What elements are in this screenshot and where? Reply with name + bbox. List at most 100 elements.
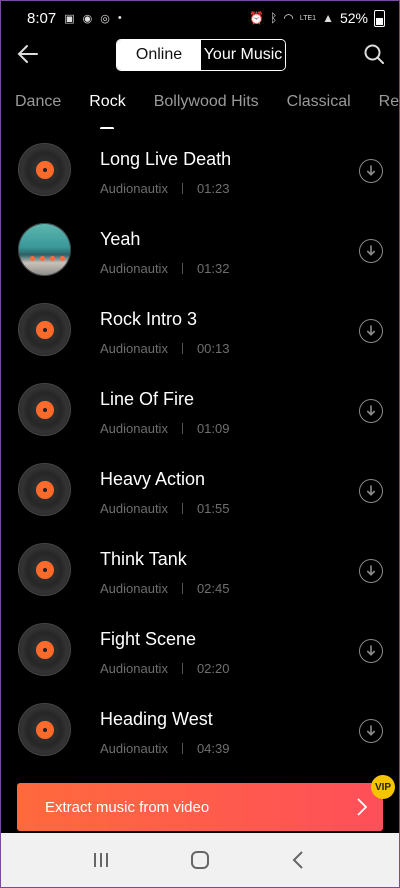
download-icon[interactable] (359, 639, 383, 663)
bluetooth-icon: ᛒ (270, 11, 278, 25)
tab-reggae[interactable]: Regg (379, 93, 399, 129)
track-list: Long Live Death Audionautix 01:23 Yeah Audio… (1, 131, 399, 771)
meta-divider (181, 503, 183, 514)
track-artist: Audionautix (100, 661, 168, 676)
disc-label (35, 160, 54, 179)
download-icon[interactable] (359, 719, 383, 743)
track-title: Think Tank (100, 549, 187, 569)
meta-divider (181, 663, 183, 674)
track-meta: Audionautix 01:09 (100, 421, 230, 436)
track-row[interactable]: Fight Scene Audionautix 02:20 (1, 611, 399, 691)
album-art-image (18, 223, 71, 276)
track-duration: 01:32 (196, 261, 230, 276)
track-row[interactable]: Rock Intro 3 Audionautix 00:13 (1, 291, 399, 371)
track-meta: Audionautix 02:20 (100, 661, 230, 676)
track-row[interactable]: Heavy Action Audionautix 01:55 (1, 451, 399, 531)
track-duration: 01:23 (196, 181, 230, 196)
system-nav-bar (1, 833, 399, 887)
track-title: Heading West (100, 709, 213, 729)
album-art-detail (40, 256, 45, 261)
tab-bollywood-hits[interactable]: Bollywood Hits (154, 93, 259, 129)
tab-rock[interactable]: Rock (89, 93, 126, 129)
vip-badge: VIP (371, 775, 395, 799)
download-icon[interactable] (359, 239, 383, 263)
track-artist: Audionautix (100, 181, 168, 196)
track-meta: Audionautix 01:32 (100, 261, 230, 276)
track-title: Long Live Death (100, 149, 232, 169)
meta-divider (181, 423, 183, 434)
track-artist: Audionautix (100, 501, 168, 516)
recent-apps-icon[interactable] (89, 848, 113, 872)
tab-dance[interactable]: Dance (15, 93, 61, 129)
track-row[interactable]: Heading West Audionautix 04:39 (1, 691, 399, 771)
vinyl-disc-icon (18, 543, 71, 596)
album-art-detail (30, 256, 35, 261)
download-icon[interactable] (359, 559, 383, 583)
track-row[interactable]: Long Live Death Audionautix 01:23 (1, 131, 399, 211)
banner-label: Extract music from video (45, 798, 210, 816)
segment-online[interactable]: Online (117, 40, 201, 70)
alarm-icon: ⏰ (249, 11, 265, 25)
meta-divider (181, 183, 183, 194)
track-title: Fight Scene (100, 629, 197, 649)
notification-dot-icon: • (117, 12, 122, 24)
track-duration: 04:39 (196, 741, 230, 756)
track-artist: Audionautix (100, 581, 168, 596)
signal-icon: ▲ (322, 11, 334, 25)
vinyl-disc-icon (18, 383, 71, 436)
meta-divider (181, 263, 183, 274)
track-meta: Audionautix 00:13 (100, 341, 230, 356)
segment-your-music[interactable]: Your Music (201, 40, 285, 70)
meta-divider (181, 743, 183, 754)
gallery-icon: ▣ (64, 12, 75, 25)
disc-label (35, 480, 54, 499)
battery-percent: 52% (339, 10, 368, 26)
vinyl-disc-icon (18, 463, 71, 516)
track-title: Heavy Action (100, 469, 206, 489)
vinyl-disc-icon (18, 303, 71, 356)
track-duration: 00:13 (196, 341, 230, 356)
wifi-icon: ◠ (283, 11, 294, 25)
search-icon[interactable] (363, 43, 385, 65)
track-artist: Audionautix (100, 421, 168, 436)
battery-icon (374, 9, 385, 27)
download-icon[interactable] (359, 159, 383, 183)
disc-label (35, 320, 54, 339)
meta-divider (181, 583, 183, 594)
track-meta: Audionautix 04:39 (100, 741, 230, 756)
track-duration: 01:55 (196, 501, 230, 516)
vinyl-disc-icon (18, 623, 71, 676)
vinyl-disc-icon (18, 143, 71, 196)
home-icon[interactable] (188, 848, 212, 872)
back-icon[interactable] (287, 848, 311, 872)
track-row[interactable]: Yeah Audionautix 01:32 (1, 211, 399, 291)
track-artist: Audionautix (100, 341, 168, 356)
tab-classical[interactable]: Classical (287, 93, 351, 129)
track-meta: Audionautix 01:23 (100, 181, 230, 196)
disc-label (35, 640, 54, 659)
disc-label (35, 400, 54, 419)
chevron-right-icon (357, 798, 368, 816)
source-toggle: Online Your Music (116, 39, 286, 71)
download-icon[interactable] (359, 399, 383, 423)
track-row[interactable]: Line Of Fire Audionautix 01:09 (1, 371, 399, 451)
disc-label (35, 560, 54, 579)
header: Online Your Music (1, 35, 399, 75)
track-title: Line Of Fire (100, 389, 195, 409)
track-title: Yeah (100, 229, 141, 249)
meta-divider (181, 343, 183, 354)
track-meta: Audionautix 02:45 (100, 581, 230, 596)
track-title: Rock Intro 3 (100, 309, 198, 329)
back-arrow-icon[interactable] (15, 41, 41, 67)
instagram-icon: ◎ (100, 12, 110, 25)
track-duration: 02:20 (196, 661, 230, 676)
album-art-detail (60, 256, 65, 261)
vinyl-disc-icon (18, 703, 71, 756)
extract-music-banner[interactable]: Extract music from video (17, 783, 383, 831)
download-icon[interactable] (359, 319, 383, 343)
album-art-detail (50, 256, 55, 261)
download-icon[interactable] (359, 479, 383, 503)
track-artist: Audionautix (100, 741, 168, 756)
status-time: 8:07 (27, 9, 57, 27)
track-row[interactable]: Think Tank Audionautix 02:45 (1, 531, 399, 611)
